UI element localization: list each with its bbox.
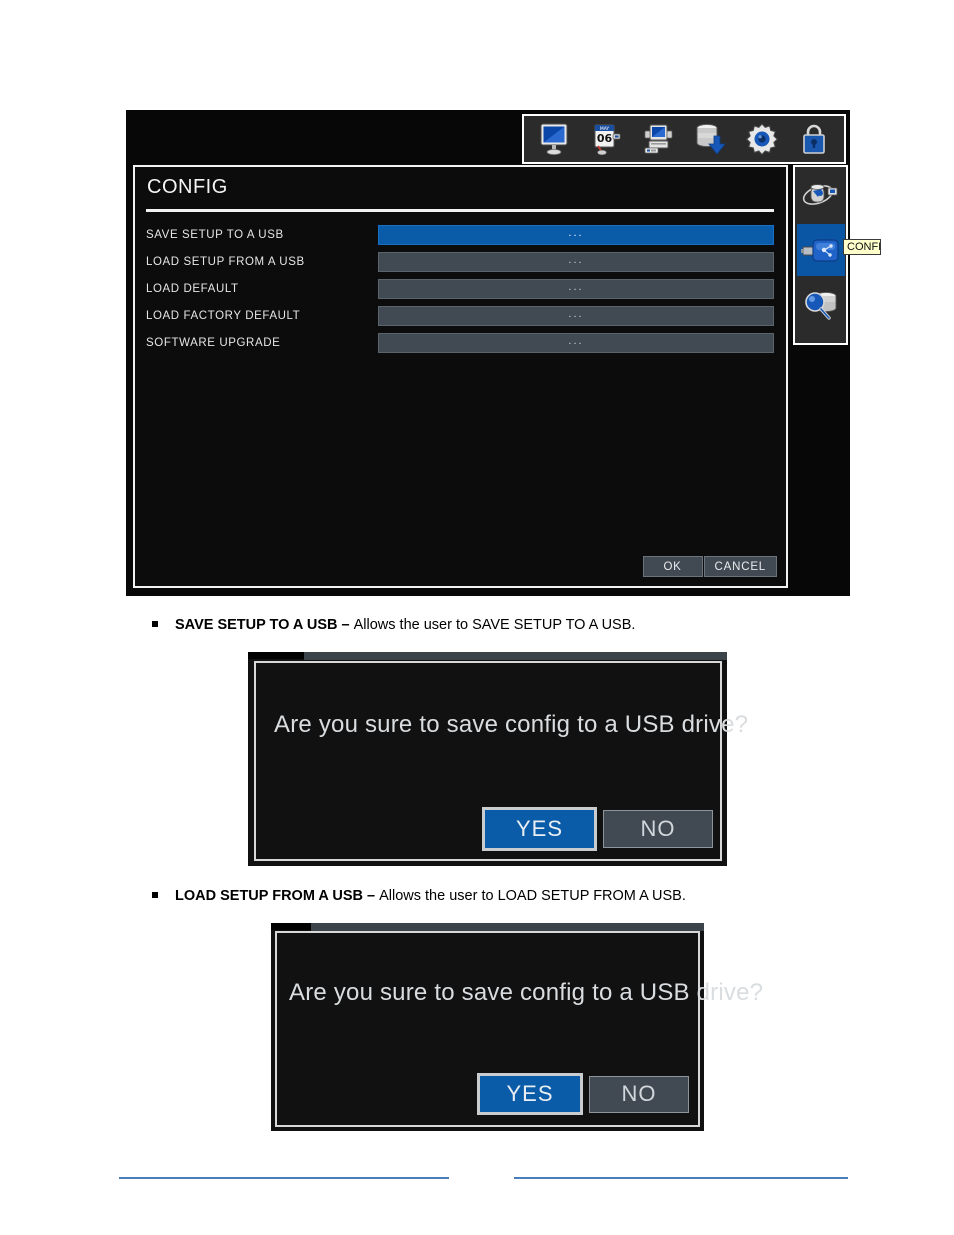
bullet-term: SAVE SETUP TO A USB – — [175, 617, 354, 633]
yes-button[interactable]: YES — [477, 1073, 583, 1115]
bullet-load-setup-from-usb: LOAD SETUP FROM A USB – Allows the user … — [152, 888, 686, 904]
row-value-save-setup-to-usb[interactable]: ... — [378, 225, 774, 245]
confirm-dialog-load-config: Are you sure to save config to a USB dri… — [271, 923, 763, 1131]
row-label-software-upgrade: SOFTWARE UPGRADE — [146, 337, 281, 349]
schedule-calendar-icon[interactable]: MAY 06 — [587, 119, 625, 159]
config-panel: CONFIG SAVE SETUP TO A USB ... LOAD SETU… — [133, 165, 788, 588]
row-value-software-upgrade[interactable]: ... — [378, 333, 774, 353]
row-label-load-setup-from-usb: LOAD SETUP FROM A USB — [146, 256, 305, 268]
row-label-load-factory-default: LOAD FACTORY DEFAULT — [146, 310, 301, 322]
dialog-action-bar: OK CANCEL — [642, 556, 777, 577]
row-label-load-default: LOAD DEFAULT — [146, 283, 239, 295]
table-row: LOAD FACTORY DEFAULT ... — [146, 306, 774, 326]
table-row: SOFTWARE UPGRADE ... — [146, 333, 774, 353]
title-divider — [146, 209, 774, 212]
dialog-title-strip — [304, 652, 727, 660]
confirm-dialog-save-config: Are you sure to save config to a USB dri… — [248, 652, 748, 866]
sidebar-item-network[interactable] — [797, 170, 845, 222]
footer-rule-left — [119, 1177, 449, 1179]
camera-device-icon[interactable] — [639, 119, 677, 159]
settings-gear-icon[interactable] — [743, 119, 781, 159]
dialog-body: Are you sure to save config to a USB dri… — [275, 931, 763, 1127]
bullet-description: Allows the user to SAVE SETUP TO A USB. — [353, 617, 636, 633]
row-value-load-factory-default[interactable]: ... — [378, 306, 774, 326]
dialog-action-bar: YES NO — [477, 1073, 689, 1115]
config-tooltip: CONFIG — [843, 239, 881, 255]
sidebar-item-information[interactable] — [797, 278, 845, 330]
main-toolbar: MAY 06 — [522, 114, 846, 164]
dialog-corner-strip — [271, 923, 311, 930]
bullet-marker-icon — [152, 621, 158, 627]
dvr-config-window: MAY 06 CONFIG SAVE SETUP TO A USB ... LO… — [126, 110, 881, 596]
table-row: LOAD DEFAULT ... — [146, 279, 774, 299]
cancel-button[interactable]: CANCEL — [703, 556, 777, 577]
footer-rule-right — [514, 1177, 848, 1179]
bullet-marker-icon — [152, 892, 158, 898]
bullet-term: LOAD SETUP FROM A USB – — [175, 888, 380, 904]
bullet-save-setup-to-usb: SAVE SETUP TO A USB – Allows the user to… — [152, 617, 635, 633]
dialog-message: Are you sure to save config to a USB dri… — [274, 711, 749, 738]
config-row-list: SAVE SETUP TO A USB ... LOAD SETUP FROM … — [146, 225, 774, 360]
dialog-title-strip — [311, 923, 704, 931]
display-monitor-icon[interactable] — [535, 119, 573, 159]
page-title: CONFIG — [147, 176, 228, 198]
ok-button[interactable]: OK — [642, 556, 703, 577]
row-value-load-default[interactable]: ... — [378, 279, 774, 299]
svg-text:06: 06 — [597, 132, 613, 145]
bullet-description: Allows the user to LOAD SETUP FROM A USB… — [379, 888, 686, 904]
sidebar-item-config[interactable] — [796, 224, 845, 276]
dialog-body: Are you sure to save config to a USB dri… — [254, 661, 748, 861]
no-button[interactable]: NO — [603, 810, 713, 848]
dialog-corner-strip — [248, 652, 304, 659]
dialog-message: Are you sure to save config to a USB dri… — [289, 979, 764, 1006]
submenu-sidebar: CONFIG — [793, 165, 881, 345]
yes-button[interactable]: YES — [482, 807, 597, 851]
row-label-save-setup-to-usb: SAVE SETUP TO A USB — [146, 229, 284, 241]
table-row: LOAD SETUP FROM A USB ... — [146, 252, 774, 272]
row-value-load-setup-from-usb[interactable]: ... — [378, 252, 774, 272]
dialog-action-bar: YES NO — [482, 807, 713, 851]
backup-database-icon[interactable] — [691, 119, 729, 159]
security-lock-icon[interactable] — [795, 119, 833, 159]
no-button[interactable]: NO — [589, 1075, 689, 1113]
table-row: SAVE SETUP TO A USB ... — [146, 225, 774, 245]
